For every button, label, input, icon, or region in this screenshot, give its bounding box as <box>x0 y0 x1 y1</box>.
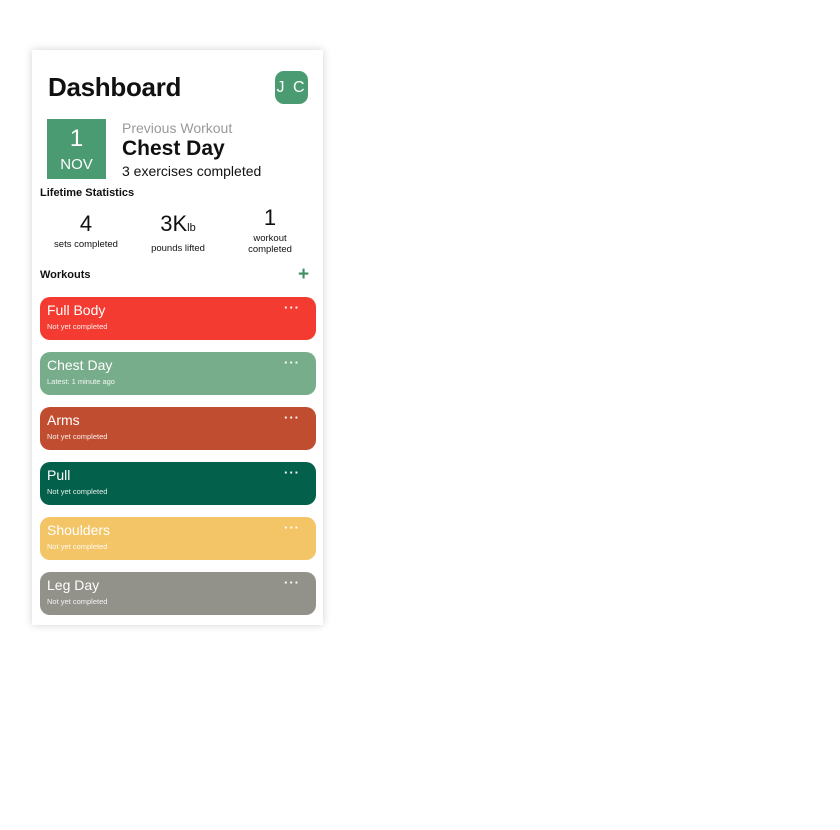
stat-pounds: 3Klb pounds lifted <box>138 211 218 255</box>
stat-label: workout completed <box>248 233 292 255</box>
date-month: NOV <box>60 156 93 173</box>
dashboard-screen: Dashboard J C 1 NOV Previous Workout Che… <box>32 50 323 625</box>
workout-name: Pull <box>47 467 71 483</box>
workout-name: Leg Day <box>47 577 100 593</box>
lifetime-statistics-heading: Lifetime Statistics <box>40 187 135 199</box>
more-options-icon[interactable]: ··· <box>284 520 300 535</box>
stat-value: 1 <box>263 205 277 230</box>
page-title: Dashboard <box>48 72 182 102</box>
workout-card-arms[interactable]: Arms Not yet completed ··· <box>40 407 316 450</box>
workout-name: Arms <box>47 412 80 428</box>
stat-label: pounds lifted <box>151 243 205 254</box>
workouts-heading: Workouts <box>40 269 91 281</box>
stat-value: 4 <box>79 211 93 236</box>
workout-status: Latest: 1 minute ago <box>47 377 115 386</box>
stat-value: 3Klb <box>160 211 196 236</box>
previous-workout-name[interactable]: Chest Day <box>122 137 225 161</box>
more-options-icon[interactable]: ··· <box>284 355 300 370</box>
stat-workouts: 1 workout completed <box>232 205 308 256</box>
workout-name: Full Body <box>47 302 106 318</box>
workout-card-shoulders[interactable]: Shoulders Not yet completed ··· <box>40 517 316 560</box>
workout-name: Chest Day <box>47 357 113 373</box>
workout-status: Not yet completed <box>47 542 108 551</box>
workout-card-leg-day[interactable]: Leg Day Not yet completed ··· <box>40 572 316 615</box>
workout-name: Shoulders <box>47 522 111 538</box>
stat-sets: 4 sets completed <box>44 211 128 251</box>
workout-card-full-body[interactable]: Full Body Not yet completed ··· <box>40 297 316 340</box>
workout-card-chest-day[interactable]: Chest Day Latest: 1 minute ago ··· <box>40 352 316 395</box>
more-options-icon[interactable]: ··· <box>284 575 300 590</box>
workout-status: Not yet completed <box>47 322 108 331</box>
more-options-icon[interactable]: ··· <box>284 300 300 315</box>
more-options-icon[interactable]: ··· <box>284 465 300 480</box>
workout-status: Not yet completed <box>47 487 108 496</box>
workout-status: Not yet completed <box>47 432 108 441</box>
more-options-icon[interactable]: ··· <box>284 410 300 425</box>
previous-workout-subtitle: 3 exercises completed <box>122 163 262 179</box>
date-day: 1 <box>69 125 84 152</box>
workout-card-pull[interactable]: Pull Not yet completed ··· <box>40 462 316 505</box>
user-avatar[interactable]: J C <box>275 71 308 104</box>
previous-workout-label: Previous Workout <box>122 120 233 136</box>
stat-unit: lb <box>187 222 196 234</box>
add-workout-icon[interactable]: + <box>298 265 309 285</box>
previous-workout-date: 1 NOV <box>47 119 106 179</box>
stat-label: sets completed <box>54 239 118 250</box>
workout-status: Not yet completed <box>47 597 108 606</box>
